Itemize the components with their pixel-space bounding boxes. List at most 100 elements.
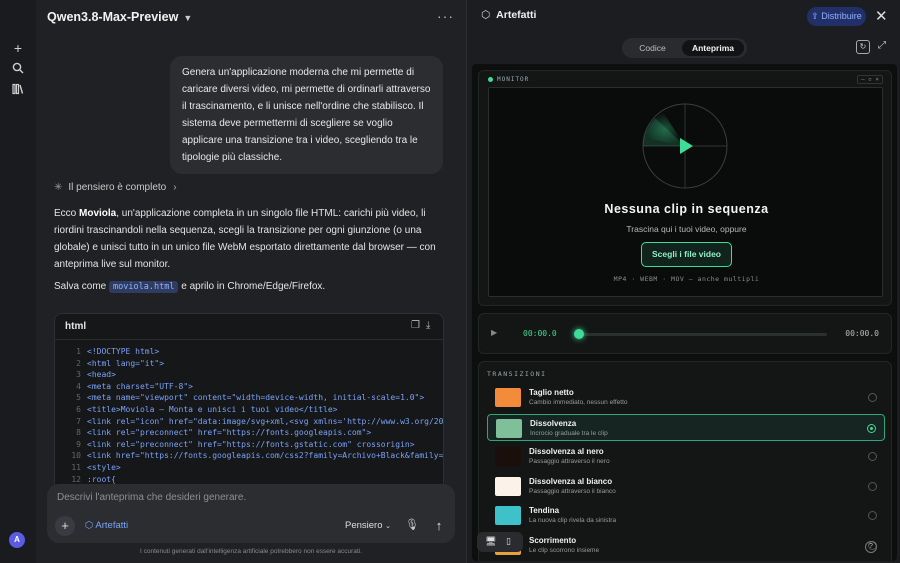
empty-title: Nessuna clip in sequenza	[604, 202, 769, 216]
transition-option[interactable]: Scorrimento Le clip scorrono insieme	[487, 532, 885, 559]
tab-preview[interactable]: Anteprima	[682, 40, 744, 56]
transition-description: Passaggio attraverso il nero	[529, 458, 610, 465]
choose-files-button[interactable]: Scegli i file video	[641, 242, 732, 267]
refresh-icon[interactable]: ↻	[856, 40, 870, 54]
search-icon[interactable]	[11, 62, 25, 76]
code-line: 2 <html lang="it">	[55, 358, 443, 370]
code-line: 8 <link rel="preconnect" href="https://fo…	[55, 427, 443, 439]
monitor-label: MONITOR	[488, 76, 529, 83]
code-block: html ❐ ⤓ 1 <!DOCTYPE html> 2 <html lang="it…	[54, 313, 444, 493]
transition-swatch	[495, 476, 521, 496]
line-number: 10	[71, 451, 81, 461]
transition-option[interactable]: Dissolvenza al nero Passaggio attraverso …	[487, 443, 885, 470]
monitor-card: MONITOR — ▫ × Nessuna clip in sequenza T…	[478, 70, 892, 306]
line-number: 4	[76, 381, 81, 391]
timeline-track[interactable]	[577, 333, 827, 336]
code-line: 10 <link href="https://fonts.googleapis.c…	[55, 450, 444, 462]
answer-prefix: Ecco	[54, 208, 80, 219]
prompt-input[interactable]: Descrivi l'anteprima che desideri genera…	[57, 492, 246, 503]
transition-swatch	[495, 506, 521, 525]
code-text: <meta charset="UTF-8">	[87, 381, 193, 391]
transition-radio[interactable]	[868, 481, 877, 491]
file-name-code: moviola.html	[109, 281, 179, 293]
left-rail: + A	[0, 0, 36, 563]
save-suffix: e aprilo in Chrome/Edge/Firefox.	[178, 281, 326, 292]
thinking-toggle[interactable]: ✳ Il pensiero è completo ›	[54, 182, 177, 193]
plus-icon[interactable]: +	[11, 41, 25, 55]
model-selector[interactable]: Qwen3.8-Max-Preview ▼	[47, 10, 192, 24]
code-line: 9 <link rel="preconnect" href="https://fo…	[55, 439, 443, 451]
radar-play-icon	[642, 103, 728, 189]
share-label: Distribuire	[821, 11, 862, 21]
transition-radio[interactable]	[868, 511, 877, 520]
line-number: 6	[76, 404, 81, 414]
transition-radio[interactable]	[867, 423, 876, 433]
code-line: 3 <head>	[55, 369, 443, 381]
monitor-screen[interactable]: Nessuna clip in sequenza Trascina qui i …	[488, 87, 883, 297]
download-icon[interactable]: ⤓	[426, 320, 430, 331]
code-text: <meta name="viewport" content="width=dev…	[87, 393, 425, 403]
upload-icon: ⇪	[811, 11, 819, 21]
transition-description: Passaggio attraverso il bianco	[529, 487, 616, 495]
mode-label: Pensiero	[345, 520, 383, 531]
transition-option[interactable]: Tendina La nuova clip rivela da sinistra	[487, 502, 885, 529]
save-prefix: Salva come	[54, 281, 110, 292]
line-number: 1	[76, 347, 81, 356]
transition-option[interactable]: Dissolvenza Incrocio graduale tra le clip	[487, 413, 885, 441]
transition-description: Incrocio graduale tra le clip	[530, 429, 608, 437]
code-text: <title>Moviola — Monta e unisci i tuoi v…	[87, 404, 338, 414]
transition-radio[interactable]	[868, 393, 877, 402]
expand-icon[interactable]: ⤢	[878, 40, 886, 51]
code-block-header: html ❐ ⤓	[55, 314, 443, 340]
artifacts-label: Artefatti	[95, 520, 129, 531]
chevron-down-icon: ⌄	[385, 523, 392, 530]
timeline-scrubber[interactable]	[574, 329, 584, 339]
close-icon[interactable]: ✕	[875, 7, 888, 25]
monitor-window-controls: — ▫ ×	[856, 75, 883, 84]
code-text: <link href="https://fonts.googleapis.com…	[87, 451, 444, 461]
library-icon[interactable]	[11, 83, 25, 97]
code-line: 6 <title>Moviola — Monta e unisci i tuoi …	[55, 404, 443, 416]
share-button[interactable]: ⇪ Distribuire	[807, 7, 866, 26]
chat-column: Qwen3.8-Max-Preview ▼ ··· Genera un'appli…	[36, 0, 466, 563]
current-time: 00:00.0	[523, 329, 557, 338]
transition-option[interactable]: Dissolvenza al bianco Passaggio attravers…	[487, 473, 885, 500]
transition-swatch	[495, 388, 521, 407]
mode-selector[interactable]: Pensiero ⌄	[345, 520, 391, 531]
code-text: <link rel="preconnect" href="https://fon…	[87, 428, 372, 438]
attach-button[interactable]: +	[55, 516, 75, 536]
desktop-icon[interactable]: 🖥	[485, 536, 496, 547]
disclaimer: I contenuti generati dall'intelligenza a…	[139, 548, 362, 555]
code-text: <head>	[87, 370, 116, 380]
answer-app-name: Moviola	[79, 208, 117, 219]
line-number: 8	[76, 428, 81, 438]
view-toggle: Codice Anteprima	[622, 38, 747, 58]
transition-description: La nuova clip rivela da sinistra	[529, 517, 617, 524]
supported-formats: MP4 · WEBM · MOV — anche multipli	[613, 275, 760, 283]
more-options-icon[interactable]: ···	[437, 8, 454, 24]
transitions-title: TRANSIZIONI	[487, 370, 547, 378]
transition-radio[interactable]	[868, 452, 877, 461]
send-button[interactable]: ↑	[429, 516, 449, 536]
transition-option[interactable]: Taglio netto Cambio immediato, nessun eff…	[487, 384, 885, 411]
code-text: :root{	[87, 474, 116, 484]
line-number: 7	[76, 416, 81, 426]
code-line: 1 <!DOCTYPE html>	[55, 346, 443, 358]
copy-icon[interactable]: ❐	[411, 320, 420, 331]
artifacts-toggle[interactable]: ⬡ Artefatti	[85, 520, 128, 531]
line-number: 3	[76, 370, 81, 380]
microphone-icon[interactable]: 🎙	[405, 518, 419, 531]
panel-title-text: Artefatti	[496, 9, 537, 21]
composer: Descrivi l'anteprima che desideri genera…	[47, 484, 455, 543]
help-icon[interactable]: ?	[865, 541, 877, 553]
play-icon[interactable]: ▶	[491, 328, 497, 337]
transition-swatch	[496, 418, 522, 438]
line-number: 11	[71, 462, 81, 472]
tab-code[interactable]: Codice	[625, 40, 680, 56]
line-number: 5	[76, 393, 81, 403]
empty-subtitle: Trascina qui i tuoi video, oppure	[626, 224, 747, 234]
code-text: <link rel="icon" href="data:image/svg+xm…	[87, 416, 444, 426]
mobile-icon[interactable]: ▯	[506, 536, 511, 547]
code-text: <style>	[87, 462, 121, 472]
avatar[interactable]: A	[9, 532, 25, 548]
